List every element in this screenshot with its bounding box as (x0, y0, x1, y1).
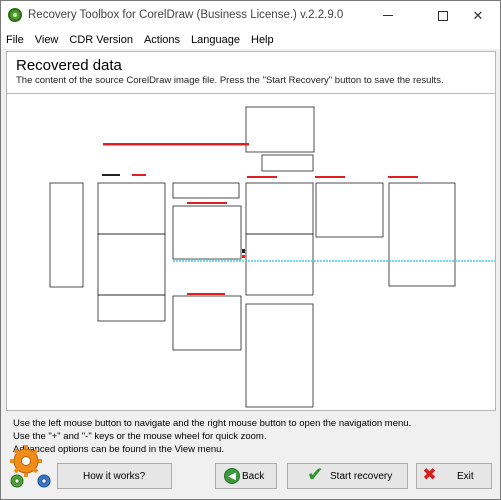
how-it-works-label: How it works? (83, 470, 146, 482)
close-icon: ✖ (422, 465, 437, 484)
preview-frame (172, 182, 240, 199)
preview-canvas[interactable] (6, 93, 496, 411)
preview-frame (261, 154, 314, 172)
arrow-left-icon: ◀ (224, 468, 240, 484)
preview-frame (245, 233, 314, 296)
page-header: Recovered data The content of the source… (6, 51, 496, 93)
back-label: Back (242, 470, 265, 482)
start-recovery-label: Start recovery (330, 470, 393, 482)
preview-text-mark (187, 202, 227, 204)
help-text: Use the left mouse button to navigate an… (13, 417, 411, 456)
preview-text-mark (247, 176, 277, 178)
gears-icon (10, 445, 51, 488)
preview-frame (245, 182, 314, 235)
how-it-works-button[interactable]: How it works? (57, 463, 172, 489)
menu-cdr-version[interactable]: CDR Version (69, 34, 133, 46)
preview-text-mark (103, 143, 249, 146)
minimize-button[interactable] (366, 1, 410, 30)
page-subtitle: The content of the source CorelDraw imag… (16, 75, 444, 86)
preview-frame (172, 295, 242, 351)
preview-text-mark (242, 255, 245, 258)
close-window-button[interactable]: ✕ (456, 1, 500, 30)
help-line-3: Advanced options can be found in the Vie… (13, 444, 225, 455)
preview-frame (97, 294, 166, 322)
preview-frame (315, 182, 384, 238)
preview-frame (245, 303, 314, 408)
recovered-drawing-preview (49, 106, 495, 408)
preview-text-mark (102, 174, 120, 176)
preview-frame (97, 182, 166, 235)
app-logo-icon (8, 8, 22, 22)
checkmark-icon: ✔ (307, 464, 324, 486)
preview-text-mark (242, 249, 245, 253)
menu-bar: File View CDR Version Actions Language H… (1, 30, 500, 49)
preview-text-mark (388, 176, 418, 178)
preview-text-mark (132, 174, 146, 176)
menu-file[interactable]: File (6, 34, 24, 46)
window-title: Recovery Toolbox for CorelDraw (Business… (28, 9, 344, 21)
preview-frame (97, 233, 166, 296)
preview-frame (245, 106, 315, 153)
preview-text-mark (315, 176, 345, 178)
title-bar: Recovery Toolbox for CorelDraw (Business… (1, 1, 500, 30)
preview-frame (172, 205, 242, 260)
help-line-2: Use the "+" and "-" keys or the mouse wh… (13, 431, 267, 442)
menu-view[interactable]: View (35, 34, 59, 46)
menu-language[interactable]: Language (191, 34, 240, 46)
preview-frame (388, 182, 456, 287)
help-line-1: Use the left mouse button to navigate an… (13, 418, 412, 429)
preview-frame (49, 182, 84, 288)
page-title: Recovered data (16, 57, 122, 74)
close-icon: ✕ (472, 7, 484, 23)
start-recovery-button[interactable]: Start recovery (287, 463, 408, 489)
app-window: Recovery Toolbox for CorelDraw (Business… (0, 0, 501, 500)
preview-text-mark (187, 293, 225, 295)
menu-help[interactable]: Help (251, 34, 274, 46)
exit-label: Exit (457, 470, 474, 482)
menu-actions[interactable]: Actions (144, 34, 180, 46)
preview-red-text-marks (102, 143, 418, 295)
maximize-icon (438, 10, 448, 21)
minimize-icon (383, 15, 393, 16)
